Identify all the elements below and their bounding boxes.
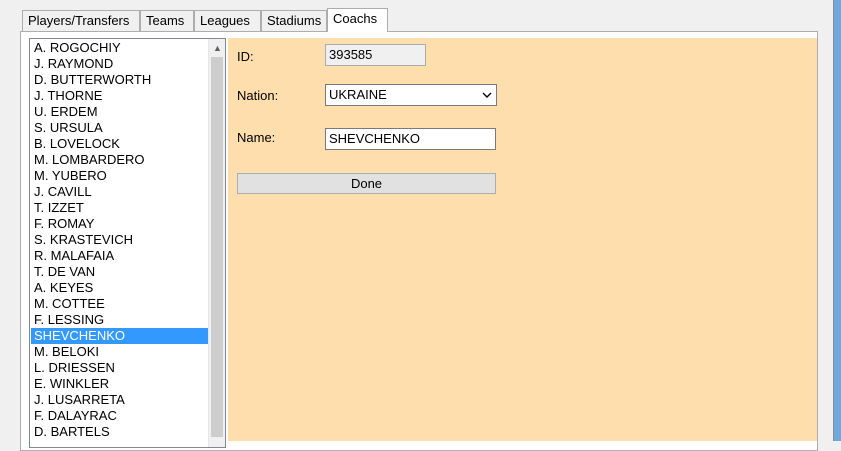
- list-item[interactable]: M. LOMBARDERO: [31, 152, 209, 168]
- vertical-scrollbar[interactable]: ▲: [208, 39, 225, 447]
- list-item[interactable]: B. LOVELOCK: [31, 136, 209, 152]
- nation-label: Nation:: [237, 88, 279, 103]
- list-item[interactable]: A. ROGOCHIY: [31, 40, 209, 56]
- list-item[interactable]: J. RAYMOND: [31, 56, 209, 72]
- chevron-down-icon: [482, 92, 492, 98]
- list-item[interactable]: M. COTTEE: [31, 296, 209, 312]
- tab-players-transfers[interactable]: Players/Transfers: [22, 10, 140, 31]
- list-item[interactable]: T. IZZET: [31, 200, 209, 216]
- list-item[interactable]: S. KRASTEVICH: [31, 232, 209, 248]
- coach-list-items: A. ROGOCHIY J. RAYMOND D. BUTTERWORTH J. TH…: [31, 40, 209, 440]
- list-item[interactable]: U. ERDEM: [31, 104, 209, 120]
- list-item[interactable]: J. LUSARRETA: [31, 392, 209, 408]
- list-item[interactable]: S. URSULA: [31, 120, 209, 136]
- nation-select[interactable]: UKRAINE: [325, 84, 497, 106]
- coach-form-panel: [228, 38, 817, 441]
- name-input[interactable]: SHEVCHENKO: [325, 128, 496, 150]
- scroll-up-arrow-icon[interactable]: ▲: [209, 39, 225, 56]
- nation-select-value: UKRAINE: [329, 87, 387, 102]
- list-item[interactable]: M. YUBERO: [31, 168, 209, 184]
- list-item[interactable]: R. MALAFAIA: [31, 248, 209, 264]
- window-top-strip: [0, 0, 841, 6]
- window-right-edge: [833, 0, 841, 441]
- name-label: Name:: [237, 130, 276, 145]
- list-item[interactable]: SHEVCHENKO: [31, 328, 209, 344]
- tab-leagues[interactable]: Leagues: [194, 10, 261, 31]
- list-item[interactable]: L. DRIESSEN: [31, 360, 209, 376]
- tab-stadiums[interactable]: Stadiums: [261, 10, 327, 31]
- list-item[interactable]: A. KEYES: [31, 280, 209, 296]
- coach-listbox[interactable]: A. ROGOCHIY J. RAYMOND D. BUTTERWORTH J. TH…: [29, 38, 226, 448]
- tab-teams[interactable]: Teams: [140, 10, 194, 31]
- list-item[interactable]: F. ROMAY: [31, 216, 209, 232]
- list-item[interactable]: D. BARTELS: [31, 424, 209, 440]
- list-item[interactable]: T. DE VAN: [31, 264, 209, 280]
- tab-coachs[interactable]: Coachs: [327, 8, 388, 32]
- list-item[interactable]: M. BELOKI: [31, 344, 209, 360]
- list-item[interactable]: J. THORNE: [31, 88, 209, 104]
- list-item[interactable]: E. WINKLER: [31, 376, 209, 392]
- done-button[interactable]: Done: [237, 173, 496, 194]
- list-item[interactable]: F. LESSING: [31, 312, 209, 328]
- id-field: 393585: [325, 44, 426, 66]
- scroll-thumb[interactable]: [211, 57, 223, 437]
- list-item[interactable]: F. DALAYRAC: [31, 408, 209, 424]
- list-item[interactable]: D. BUTTERWORTH: [31, 72, 209, 88]
- id-label: ID:: [237, 49, 254, 64]
- list-item[interactable]: J. CAVILL: [31, 184, 209, 200]
